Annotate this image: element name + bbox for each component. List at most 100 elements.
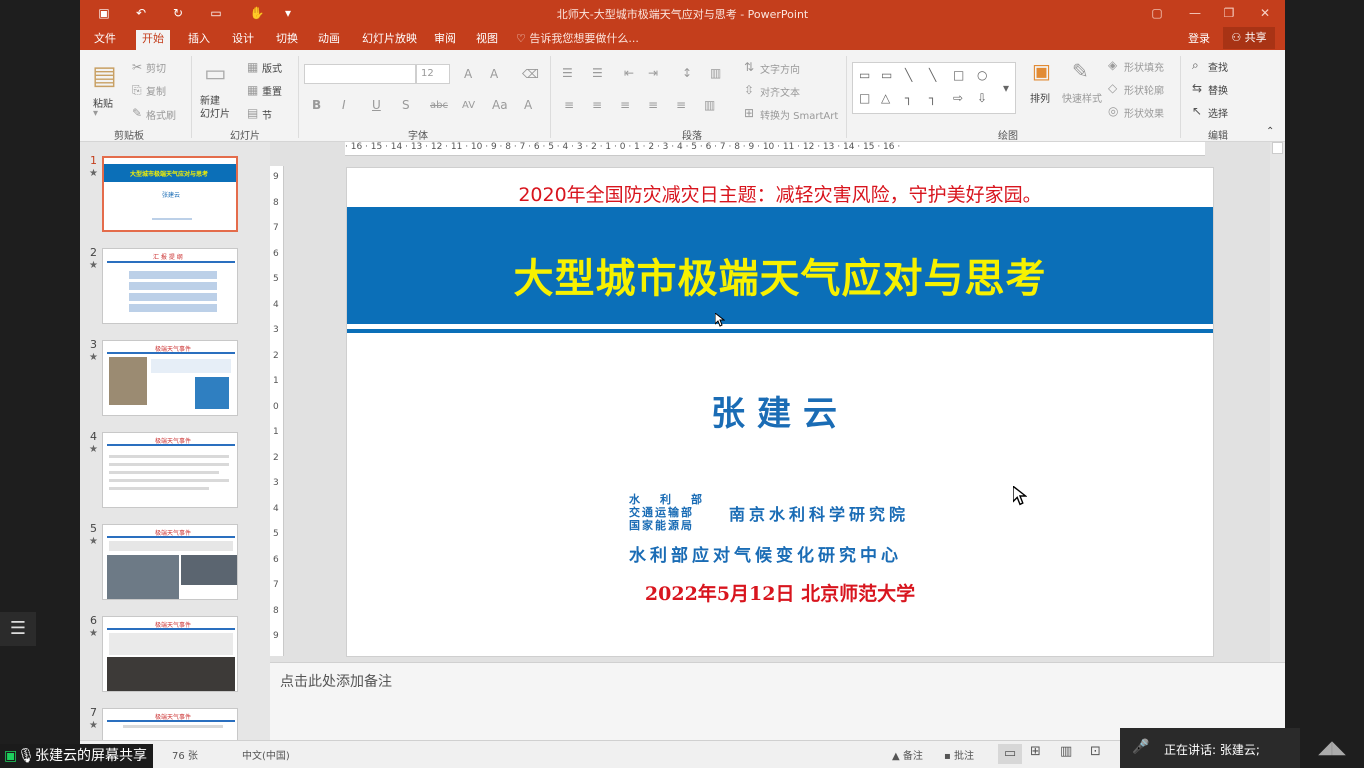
elbow-connector-icon[interactable]: ┐: [929, 91, 936, 105]
slide-thumbnail-5[interactable]: 极端天气事件: [102, 524, 238, 600]
notes-toggle[interactable]: ▲ 备注: [892, 747, 923, 762]
tab-home[interactable]: 开始: [136, 30, 170, 50]
vertical-scrollbar[interactable]: [1270, 142, 1285, 662]
numbering-icon[interactable]: ☰: [592, 66, 603, 80]
new-slide-button[interactable]: 新建 幻灯片: [200, 95, 230, 121]
format-painter-button[interactable]: 格式刷: [146, 107, 176, 122]
rounded-rect-icon[interactable]: □: [859, 91, 870, 105]
login-link[interactable]: 登录: [1188, 30, 1210, 46]
slide-thumbnail-4[interactable]: 极端天气事件: [102, 432, 238, 508]
scroll-thumb[interactable]: [1272, 142, 1283, 154]
slide-thumbnail-7[interactable]: 极端天气事件: [102, 708, 238, 742]
select-button[interactable]: 选择: [1208, 105, 1228, 120]
align-right-icon[interactable]: ≡: [620, 98, 630, 112]
char-spacing-button[interactable]: AV: [462, 99, 475, 113]
italic-button[interactable]: I: [342, 98, 346, 112]
bold-button[interactable]: B: [312, 98, 321, 112]
quick-styles-button[interactable]: 快速样式: [1062, 90, 1102, 105]
slide-thumbnail-3[interactable]: 极端天气事件: [102, 340, 238, 416]
tab-view[interactable]: 视图: [470, 30, 504, 50]
comments-toggle[interactable]: ▪ 批注: [944, 747, 974, 762]
clear-format-icon[interactable]: ⌫: [522, 67, 539, 81]
paste-icon[interactable]: ▤: [92, 62, 117, 90]
align-left-icon[interactable]: ≡: [564, 98, 574, 112]
increase-font-icon[interactable]: A: [464, 67, 472, 81]
shape-outline-button[interactable]: 形状轮廓: [1124, 82, 1164, 97]
align-text-button[interactable]: 对齐文本: [760, 84, 800, 99]
reading-view-icon[interactable]: ▥: [1060, 744, 1072, 759]
increase-indent-icon[interactable]: ⇥: [648, 66, 658, 80]
decrease-font-icon[interactable]: A: [490, 67, 498, 81]
copy-button[interactable]: 复制: [146, 83, 166, 98]
arrange-button[interactable]: 排列: [1030, 90, 1050, 105]
tab-slideshow[interactable]: 幻灯片放映: [356, 30, 423, 50]
arrow-line-icon[interactable]: ╲: [929, 68, 936, 82]
section-button[interactable]: 节: [262, 107, 272, 122]
paste-dropdown-icon[interactable]: ▾: [93, 108, 98, 119]
line-shape-icon[interactable]: ╲: [905, 68, 912, 82]
language-indicator[interactable]: 中文(中国): [242, 747, 290, 762]
minimize-icon[interactable]: —: [1184, 4, 1206, 22]
slide-sorter-icon[interactable]: ⊞: [1030, 744, 1041, 759]
shadow-button[interactable]: S: [402, 98, 410, 112]
cut-button[interactable]: 剪切: [146, 60, 166, 75]
down-arrow-shape-icon[interactable]: ⇩: [977, 91, 987, 105]
font-name-input[interactable]: [304, 64, 416, 84]
close-icon[interactable]: ✕: [1254, 4, 1276, 22]
find-button[interactable]: 查找: [1208, 59, 1228, 74]
more-shapes-icon[interactable]: ▾: [1003, 81, 1009, 95]
strikethrough-button[interactable]: abc: [430, 99, 448, 113]
justify-icon[interactable]: ≡: [648, 98, 658, 112]
ribbon-display-icon[interactable]: ▢: [1146, 4, 1168, 22]
shape-effects-button[interactable]: 形状效果: [1124, 105, 1164, 120]
collapse-ribbon-icon[interactable]: ⌃: [1266, 126, 1274, 137]
distributed-icon[interactable]: ≡: [676, 98, 686, 112]
tab-transitions[interactable]: 切换: [270, 30, 304, 50]
shapes-gallery[interactable]: ▭ ▭ ╲ ╲ □ ○ □ △ ┐ ┐ ⇨ ⇩ ▾: [852, 62, 1016, 114]
font-size-input[interactable]: 12: [416, 64, 450, 84]
slide-thumbnail-6[interactable]: 极端天气事件: [102, 616, 238, 692]
font-color-button[interactable]: A: [524, 98, 532, 112]
slide-topic[interactable]: 2020年全国防灾减灾日主题：减轻灾害风险，守护美好家园。: [347, 180, 1213, 207]
slide-thumbnail-1[interactable]: 大型城市极端天气应对与思考 张建云: [102, 156, 238, 232]
underline-button[interactable]: U: [372, 98, 381, 112]
tab-design[interactable]: 设计: [226, 30, 260, 50]
horizontal-ruler[interactable]: · 16 · 15 · 14 · 13 · 12 · 11 · 10 · 9 ·…: [345, 142, 1205, 156]
connector-icon[interactable]: ┐: [905, 91, 912, 105]
tab-insert[interactable]: 插入: [182, 30, 216, 50]
quick-styles-icon[interactable]: ✎: [1072, 60, 1089, 82]
maximize-icon[interactable]: ❐: [1218, 4, 1240, 22]
shape-fill-button[interactable]: 形状填充: [1124, 59, 1164, 74]
bullets-icon[interactable]: ☰: [562, 66, 573, 80]
vertical-textbox-icon[interactable]: ▭: [881, 68, 892, 82]
slideshow-view-icon[interactable]: ⊡: [1090, 744, 1101, 759]
rectangle-shape-icon[interactable]: □: [953, 68, 964, 82]
column-layout-icon[interactable]: ▥: [704, 98, 715, 112]
slide-canvas[interactable]: 2020年全国防灾减灾日主题：减轻灾害风险，守护美好家园。 大型城市极端天气应对…: [346, 167, 1214, 657]
tab-animations[interactable]: 动画: [312, 30, 346, 50]
reset-button[interactable]: 重置: [262, 83, 282, 98]
slide-thumbnails-pane[interactable]: 1 ★ 大型城市极端天气应对与思考 张建云 2 ★ 汇 报 提 纲 3 ★ 极端…: [80, 142, 270, 742]
right-arrow-shape-icon[interactable]: ⇨: [953, 91, 963, 105]
line-spacing-icon[interactable]: ↕: [682, 66, 692, 80]
tab-file[interactable]: 文件: [88, 30, 122, 50]
replace-button[interactable]: 替换: [1208, 82, 1228, 97]
slide-title[interactable]: 大型城市极端天气应对与思考: [347, 246, 1213, 304]
align-center-icon[interactable]: ≡: [592, 98, 602, 112]
columns-icon[interactable]: ▥: [710, 66, 721, 80]
list-menu-icon[interactable]: ☰: [0, 612, 36, 646]
triangle-shape-icon[interactable]: △: [881, 91, 890, 105]
oval-shape-icon[interactable]: ○: [977, 68, 987, 82]
new-slide-icon[interactable]: ▭: [204, 60, 227, 86]
text-direction-button[interactable]: 文字方向: [760, 61, 800, 76]
arrange-icon[interactable]: ▣: [1032, 60, 1051, 82]
slide-thumbnail-2[interactable]: 汇 报 提 纲: [102, 248, 238, 324]
share-button[interactable]: ⚇ 共享: [1223, 27, 1275, 49]
tell-me-box[interactable]: ♡ 告诉我您想要做什么...: [516, 30, 639, 46]
change-case-button[interactable]: Aa: [492, 98, 508, 112]
normal-view-icon[interactable]: ▭: [998, 744, 1022, 764]
vertical-ruler[interactable]: 9 8 7 6 5 4 3 2 1 0 1 2 3 4 5 6 7 8 9: [270, 166, 284, 656]
textbox-shape-icon[interactable]: ▭: [859, 68, 870, 82]
decrease-indent-icon[interactable]: ⇤: [624, 66, 634, 80]
layout-button[interactable]: 版式: [262, 60, 282, 75]
